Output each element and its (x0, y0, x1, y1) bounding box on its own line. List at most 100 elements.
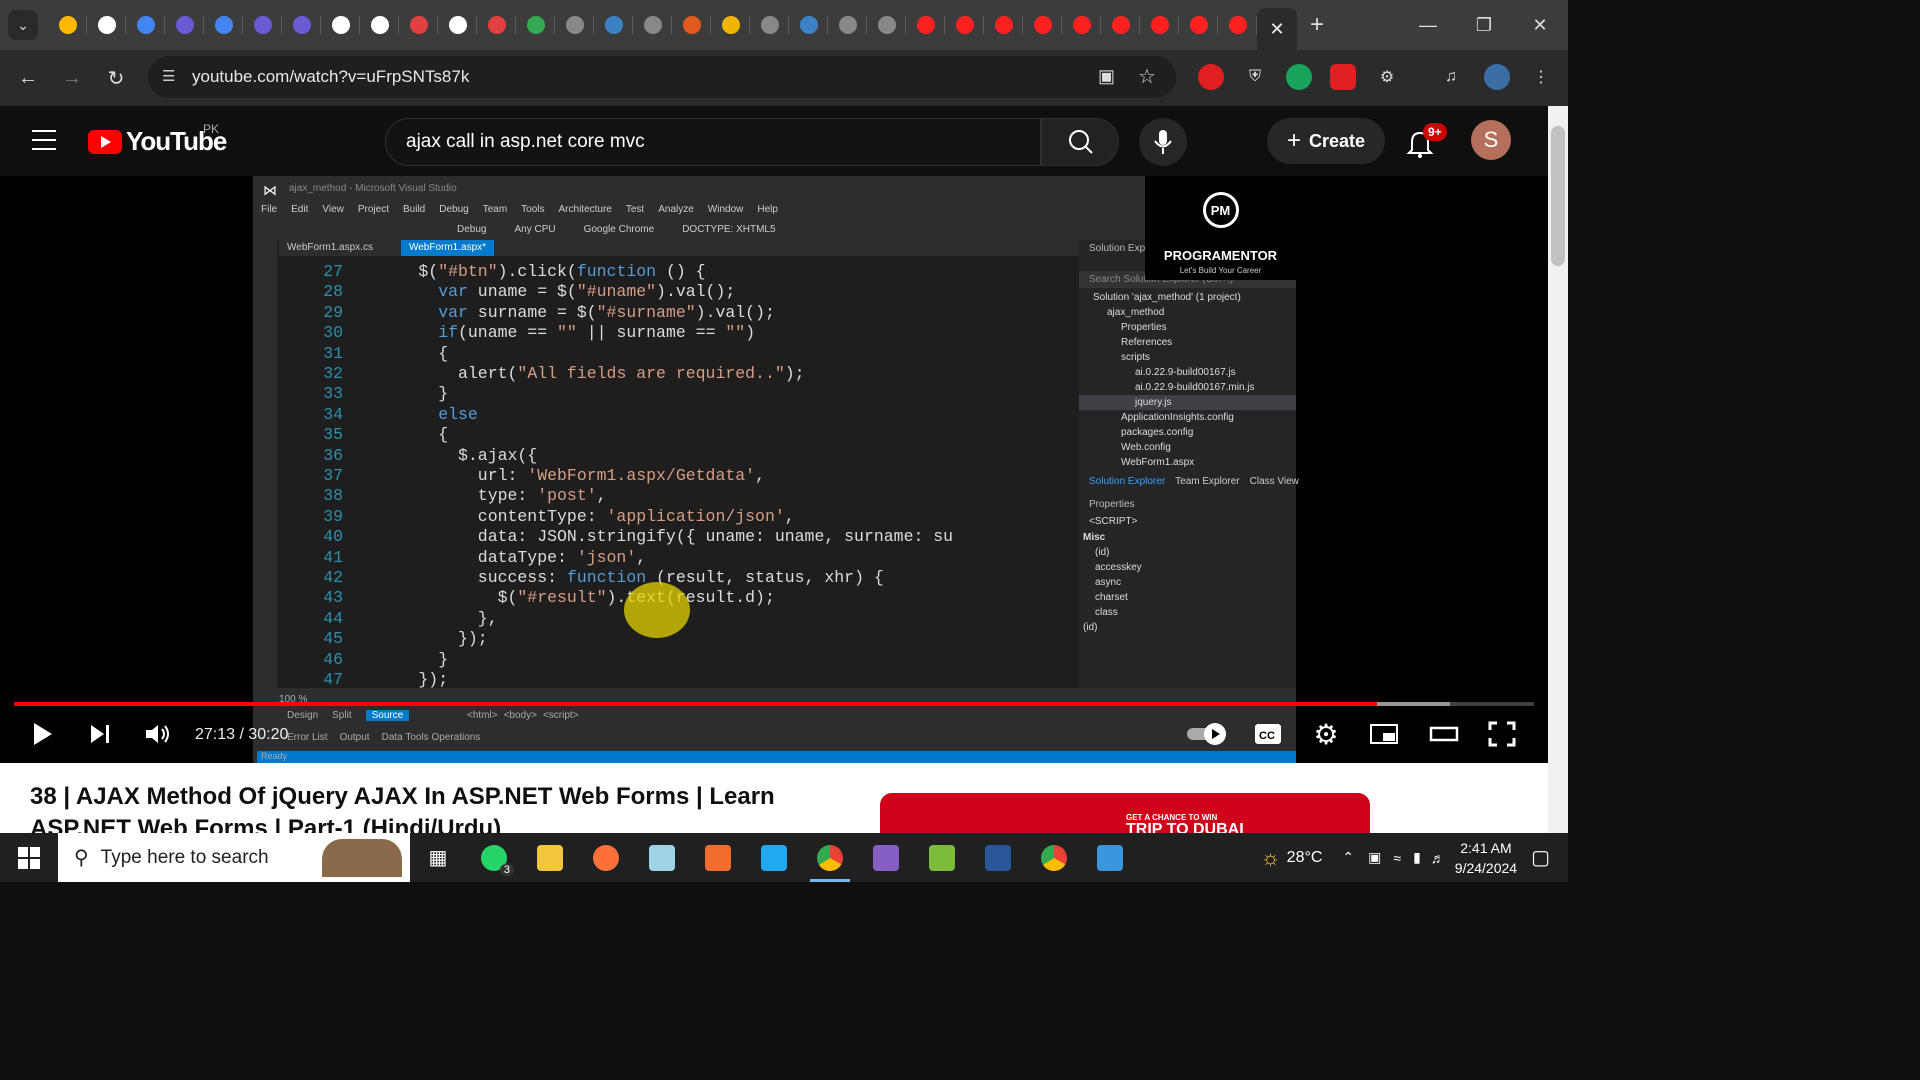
back-button[interactable]: ← (6, 58, 50, 98)
taskbar-firefox[interactable] (578, 833, 634, 882)
browser-tab[interactable] (321, 0, 360, 50)
browser-tab[interactable] (711, 0, 750, 50)
browser-tab[interactable] (1140, 0, 1179, 50)
profile-avatar-icon[interactable] (1484, 64, 1510, 90)
url-text[interactable]: youtube.com/watch?v=uFrpSNTs87k (192, 67, 469, 87)
tray-device-icon[interactable]: ▣ (1368, 849, 1381, 866)
battery-icon[interactable]: ▮ (1413, 849, 1421, 866)
browser-tab[interactable] (555, 0, 594, 50)
taskbar-app-blue[interactable] (634, 833, 690, 882)
forward-button[interactable]: → (50, 58, 94, 98)
new-tab-button[interactable]: + (1297, 11, 1337, 39)
minimize-button[interactable]: — (1400, 0, 1456, 50)
browser-tab[interactable] (1179, 0, 1218, 50)
browser-tab[interactable] (633, 0, 672, 50)
extensions-puzzle-icon[interactable]: ⚙ (1374, 64, 1400, 90)
browser-tab[interactable] (867, 0, 906, 50)
create-button[interactable]: + Create (1267, 118, 1385, 164)
extension-shield-icon[interactable]: ⛨ (1242, 64, 1268, 90)
browser-tab[interactable] (165, 0, 204, 50)
install-app-icon[interactable]: ▣ (1098, 66, 1115, 87)
taskbar-visual-studio[interactable] (858, 833, 914, 882)
browser-tab[interactable] (516, 0, 555, 50)
play-button[interactable] (24, 718, 60, 750)
tray-chevron-icon[interactable]: ⌃ (1342, 849, 1354, 866)
site-info-icon[interactable]: ☰ (162, 67, 175, 85)
media-control-icon[interactable]: ♫ (1438, 64, 1464, 90)
search-input[interactable]: ajax call in asp.net core mvc (385, 118, 1041, 166)
taskbar-file-explorer[interactable] (522, 833, 578, 882)
mute-button[interactable] (140, 718, 176, 750)
address-bar[interactable]: ☰ youtube.com/watch?v=uFrpSNTs87k ▣ ☆ (148, 56, 1176, 98)
restore-button[interactable]: ❐ (1456, 0, 1512, 50)
code-line: url: 'WebForm1.aspx/Getdata', (477, 466, 765, 485)
browser-menu-icon[interactable]: ⋮ (1528, 64, 1554, 90)
task-view-button[interactable]: ▦ (410, 833, 466, 882)
browser-tab[interactable] (48, 0, 87, 50)
browser-tab[interactable] (360, 0, 399, 50)
weather-temp[interactable]: 28°C (1287, 849, 1323, 867)
browser-tab[interactable] (1101, 0, 1140, 50)
browser-tab[interactable] (672, 0, 711, 50)
taskbar-app-orange[interactable] (690, 833, 746, 882)
browser-tab[interactable] (399, 0, 438, 50)
taskbar-whatsapp[interactable]: 3 (466, 833, 522, 882)
autoplay-toggle[interactable] (1186, 718, 1230, 750)
wifi-icon[interactable]: ≈ (1393, 850, 1401, 866)
taskbar-photos[interactable] (1082, 833, 1138, 882)
guide-menu-icon[interactable] (32, 130, 56, 150)
progress-bar[interactable] (14, 702, 1534, 706)
taskbar-search[interactable]: ⚲ Type here to search (58, 833, 410, 882)
start-button[interactable] (0, 833, 58, 882)
page-scrollbar[interactable] (1548, 106, 1568, 833)
browser-tab[interactable] (1023, 0, 1062, 50)
browser-tab[interactable] (945, 0, 984, 50)
extension-youtube-icon[interactable] (1330, 64, 1356, 90)
theater-mode-button[interactable] (1426, 718, 1462, 750)
taskbar-vscode[interactable] (746, 833, 802, 882)
settings-button[interactable]: ⚙ (1308, 718, 1344, 750)
cursor-highlight (624, 582, 690, 638)
tab-search-button[interactable]: ⌄ (8, 10, 38, 40)
browser-tab[interactable] (87, 0, 126, 50)
youtube-logo[interactable]: YouTube PK (88, 122, 227, 157)
extension-adblock-icon[interactable] (1198, 64, 1224, 90)
browser-tab[interactable] (1218, 0, 1257, 50)
browser-tab[interactable] (828, 0, 867, 50)
captions-button[interactable]: CC (1250, 718, 1286, 750)
close-window-button[interactable]: ✕ (1512, 0, 1568, 50)
browser-tab[interactable] (906, 0, 945, 50)
browser-tab[interactable] (204, 0, 243, 50)
active-tab-close-icon[interactable]: ✕ (1257, 8, 1297, 50)
extension-grammarly-icon[interactable] (1286, 64, 1312, 90)
voice-search-button[interactable] (1139, 118, 1187, 166)
miniplayer-button[interactable] (1366, 718, 1402, 750)
account-avatar[interactable]: S (1471, 120, 1511, 160)
taskbar-word[interactable] (970, 833, 1026, 882)
browser-tab[interactable] (984, 0, 1023, 50)
browser-tab[interactable] (477, 0, 516, 50)
notification-center-icon[interactable]: ▢ (1531, 845, 1550, 870)
video-player[interactable]: ⋈ ajax_method - Microsoft Visual Studio F… (0, 176, 1548, 763)
weather-icon[interactable]: ☼ (1261, 845, 1281, 871)
bookmark-star-icon[interactable]: ☆ (1138, 64, 1156, 89)
browser-tab[interactable] (750, 0, 789, 50)
taskbar-chrome-2[interactable] (1026, 833, 1082, 882)
browser-tab[interactable] (594, 0, 633, 50)
taskbar-snipping[interactable] (914, 833, 970, 882)
browser-tab[interactable] (126, 0, 165, 50)
taskbar-chrome[interactable] (802, 833, 858, 882)
code-line: success: function (result, status, xhr) … (477, 568, 884, 587)
taskbar-clock[interactable]: 2:41 AM 9/24/2024 (1455, 838, 1517, 878)
browser-tab[interactable] (282, 0, 321, 50)
fullscreen-button[interactable] (1484, 718, 1520, 750)
search-button[interactable] (1041, 118, 1119, 166)
browser-tab[interactable] (1062, 0, 1101, 50)
browser-tab[interactable] (438, 0, 477, 50)
reload-button[interactable]: ↻ (94, 58, 138, 98)
next-button[interactable] (82, 718, 118, 750)
scrollbar-thumb[interactable] (1551, 126, 1565, 266)
volume-icon[interactable]: ♬ (1431, 850, 1445, 866)
browser-tab[interactable] (789, 0, 828, 50)
browser-tab[interactable] (243, 0, 282, 50)
